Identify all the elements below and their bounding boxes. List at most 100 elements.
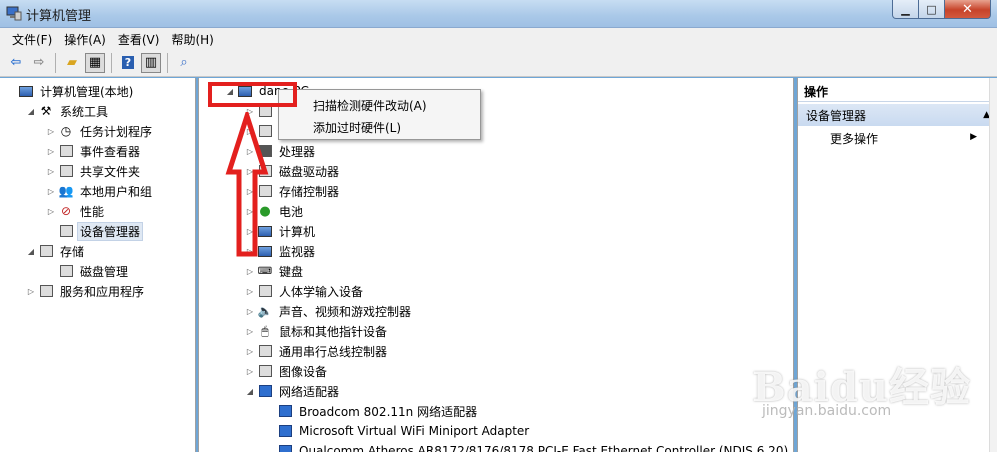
network-adapter-icon <box>277 443 293 452</box>
expand-arrow-icon[interactable]: ▷ <box>245 367 255 376</box>
watermark-url: jingyan.baidu.com <box>762 403 892 419</box>
expand-arrow-icon[interactable]: ▷ <box>245 327 255 336</box>
watermark: Baidu经验 jingyan.baidu.com <box>752 355 971 419</box>
collapse-arrow-icon[interactable]: ◢ <box>245 387 255 396</box>
tree-item[interactable]: Qualcomm Atheros AR8172/8176/8178 PCI-E … <box>265 441 791 452</box>
actions-section-device-manager[interactable]: 设备管理器 ▲ <box>798 104 997 126</box>
tree-item-label: 磁盘驱动器 <box>279 164 340 179</box>
sound-icon: 🔈 <box>257 304 273 318</box>
console-tree: 计算机管理(本地) ◢ ⚒ 系统工具 ▷ ◷ 任务计划程序 ▷ 事件查看器 ▷ 共享文件夹 ▷ 👥 本地用… <box>0 78 196 452</box>
actions-section-label: 设备管理器 <box>806 108 867 123</box>
tree-item[interactable]: ▷ 🖱 鼠标和其他指针设备 <box>245 321 390 341</box>
tree-item-label: 计算机管理(本地) <box>40 84 134 99</box>
tree-item-label: 事件查看器 <box>80 144 141 159</box>
tree-item-label: 键盘 <box>279 264 304 279</box>
tree-item[interactable]: Microsoft Virtual WiFi Miniport Adapter <box>265 421 532 441</box>
expand-arrow-icon[interactable]: ▷ <box>245 267 255 276</box>
tree-item[interactable]: ▷ 事件查看器 <box>46 141 143 161</box>
add-legacy-hardware-menu-item[interactable]: 添加过时硬件(L) <box>313 119 401 136</box>
computer-management-icon <box>18 83 34 99</box>
tree-item[interactable]: Broadcom 802.11n 网络适配器 <box>265 401 480 421</box>
menu-action[interactable]: 操作(A) <box>58 28 112 49</box>
users-icon: 👥 <box>58 184 74 198</box>
minimize-icon: ▁ <box>901 2 910 16</box>
tree-item[interactable]: ▷ ⌨ 键盘 <box>245 261 306 281</box>
keyboard-icon: ⌨ <box>257 265 273 277</box>
more-actions-item[interactable]: 更多操作 <box>830 130 878 147</box>
submenu-arrow-icon: ▶ <box>970 132 977 142</box>
tree-item[interactable]: ▷ ⊘ 性能 <box>46 201 107 221</box>
annotation-highlight-box <box>208 82 297 107</box>
tree-item-label: 系统工具 <box>60 104 109 119</box>
annotation-arrow-icon <box>225 112 269 257</box>
storage-icon <box>38 243 54 259</box>
collapse-arrow-icon[interactable]: ◢ <box>26 247 36 256</box>
tree-item[interactable]: 磁盘管理 <box>46 261 131 281</box>
tree-item[interactable]: ▷ 图像设备 <box>245 361 330 381</box>
tree-item[interactable]: ▷ 通用串行总线控制器 <box>245 341 390 361</box>
tree-item[interactable]: ▷ 👥 本地用户和组 <box>46 181 155 201</box>
expand-arrow-icon[interactable]: ▷ <box>245 347 255 356</box>
forward-arrow-icon: ⇨ <box>33 55 45 70</box>
tree-item-label: Microsoft Virtual WiFi Miniport Adapter <box>299 424 530 438</box>
up-level-button[interactable]: ▰ <box>62 53 82 73</box>
tree-item[interactable]: ▷ ◷ 任务计划程序 <box>46 121 155 141</box>
tree-item-label: 磁盘管理 <box>80 264 129 279</box>
collapse-arrow-icon[interactable]: ◢ <box>26 107 36 116</box>
tree-item[interactable]: ◢ 存储 <box>26 241 87 261</box>
menu-view[interactable]: 查看(V) <box>112 28 166 49</box>
tree-item-label: 网络适配器 <box>279 384 340 399</box>
menu-file[interactable]: 文件(F) <box>6 28 58 49</box>
maximize-button[interactable]: □ <box>919 0 945 19</box>
expand-arrow-icon[interactable]: ▷ <box>26 287 36 296</box>
tree-item-label: 处理器 <box>279 144 316 159</box>
tree-item-label: 本地用户和组 <box>80 184 153 199</box>
expand-arrow-icon[interactable]: ▷ <box>46 207 56 216</box>
help-button[interactable]: ? <box>118 53 138 73</box>
camera-icon <box>257 363 273 379</box>
tree-item[interactable]: ▷ 人体学输入设备 <box>245 281 366 301</box>
mouse-icon: 🖱 <box>261 323 269 338</box>
expand-arrow-icon[interactable]: ▷ <box>46 127 56 136</box>
tree-item[interactable]: 设备管理器 <box>46 221 144 241</box>
scan-hardware-changes-menu-item[interactable]: 扫描检测硬件改动(A) <box>313 97 427 114</box>
menu-bar: 文件(F) 操作(A) 查看(V) 帮助(H) <box>0 28 997 49</box>
show-hide-tree-button[interactable]: ▦ <box>85 52 105 73</box>
context-menu: 扫描检测硬件改动(A) 添加过时硬件(L) <box>278 89 481 140</box>
menu-help[interactable]: 帮助(H) <box>165 28 219 49</box>
console-tree-icon: ▦ <box>88 55 102 70</box>
show-action-pane-button[interactable]: ▥ <box>141 52 161 73</box>
expand-arrow-icon[interactable]: ▷ <box>46 147 56 156</box>
scan-hardware-icon: ⌕ <box>180 55 188 70</box>
expand-arrow-icon[interactable]: ▷ <box>245 287 255 296</box>
actions-scrollbar[interactable] <box>989 78 997 452</box>
back-button[interactable]: ⇦ <box>6 53 26 73</box>
expand-arrow-icon[interactable]: ▷ <box>46 167 56 176</box>
tree-item-label: Broadcom 802.11n 网络适配器 <box>299 404 478 419</box>
services-icon <box>38 283 54 299</box>
scan-hardware-button[interactable]: ⌕ <box>174 53 194 73</box>
close-button[interactable]: ✕ <box>945 0 991 19</box>
tree-item[interactable]: 计算机管理(本地) <box>6 81 136 101</box>
tree-item[interactable]: ◢ 网络适配器 <box>245 381 342 401</box>
tree-item[interactable]: ▷ 服务和应用程序 <box>26 281 147 301</box>
tree-item-label: 图像设备 <box>279 364 328 379</box>
expand-arrow-icon[interactable]: ▷ <box>245 307 255 316</box>
tree-item-label: 存储控制器 <box>279 184 340 199</box>
toolbar-separator <box>167 52 168 73</box>
forward-button[interactable]: ⇨ <box>29 53 49 73</box>
tree-item-label: 监视器 <box>279 244 316 259</box>
tree-item[interactable]: ◢ ⚒ 系统工具 <box>26 101 111 121</box>
tree-item[interactable]: ▷ 🔈 声音、视频和游戏控制器 <box>245 301 414 321</box>
tree-item-label: 设备管理器 <box>77 221 144 241</box>
expand-arrow-icon[interactable]: ▷ <box>46 187 56 196</box>
toolbar-separator <box>111 52 112 73</box>
window-title: 计算机管理 <box>26 9 92 24</box>
performance-icon: ⊘ <box>60 204 72 218</box>
minimize-button[interactable]: ▁ <box>892 0 919 19</box>
tools-icon: ⚒ <box>40 104 52 118</box>
network-adapter-icon <box>277 423 293 439</box>
network-adapter-icon <box>277 403 293 419</box>
device-manager-icon <box>58 223 74 239</box>
tree-item[interactable]: ▷ 共享文件夹 <box>46 161 143 181</box>
